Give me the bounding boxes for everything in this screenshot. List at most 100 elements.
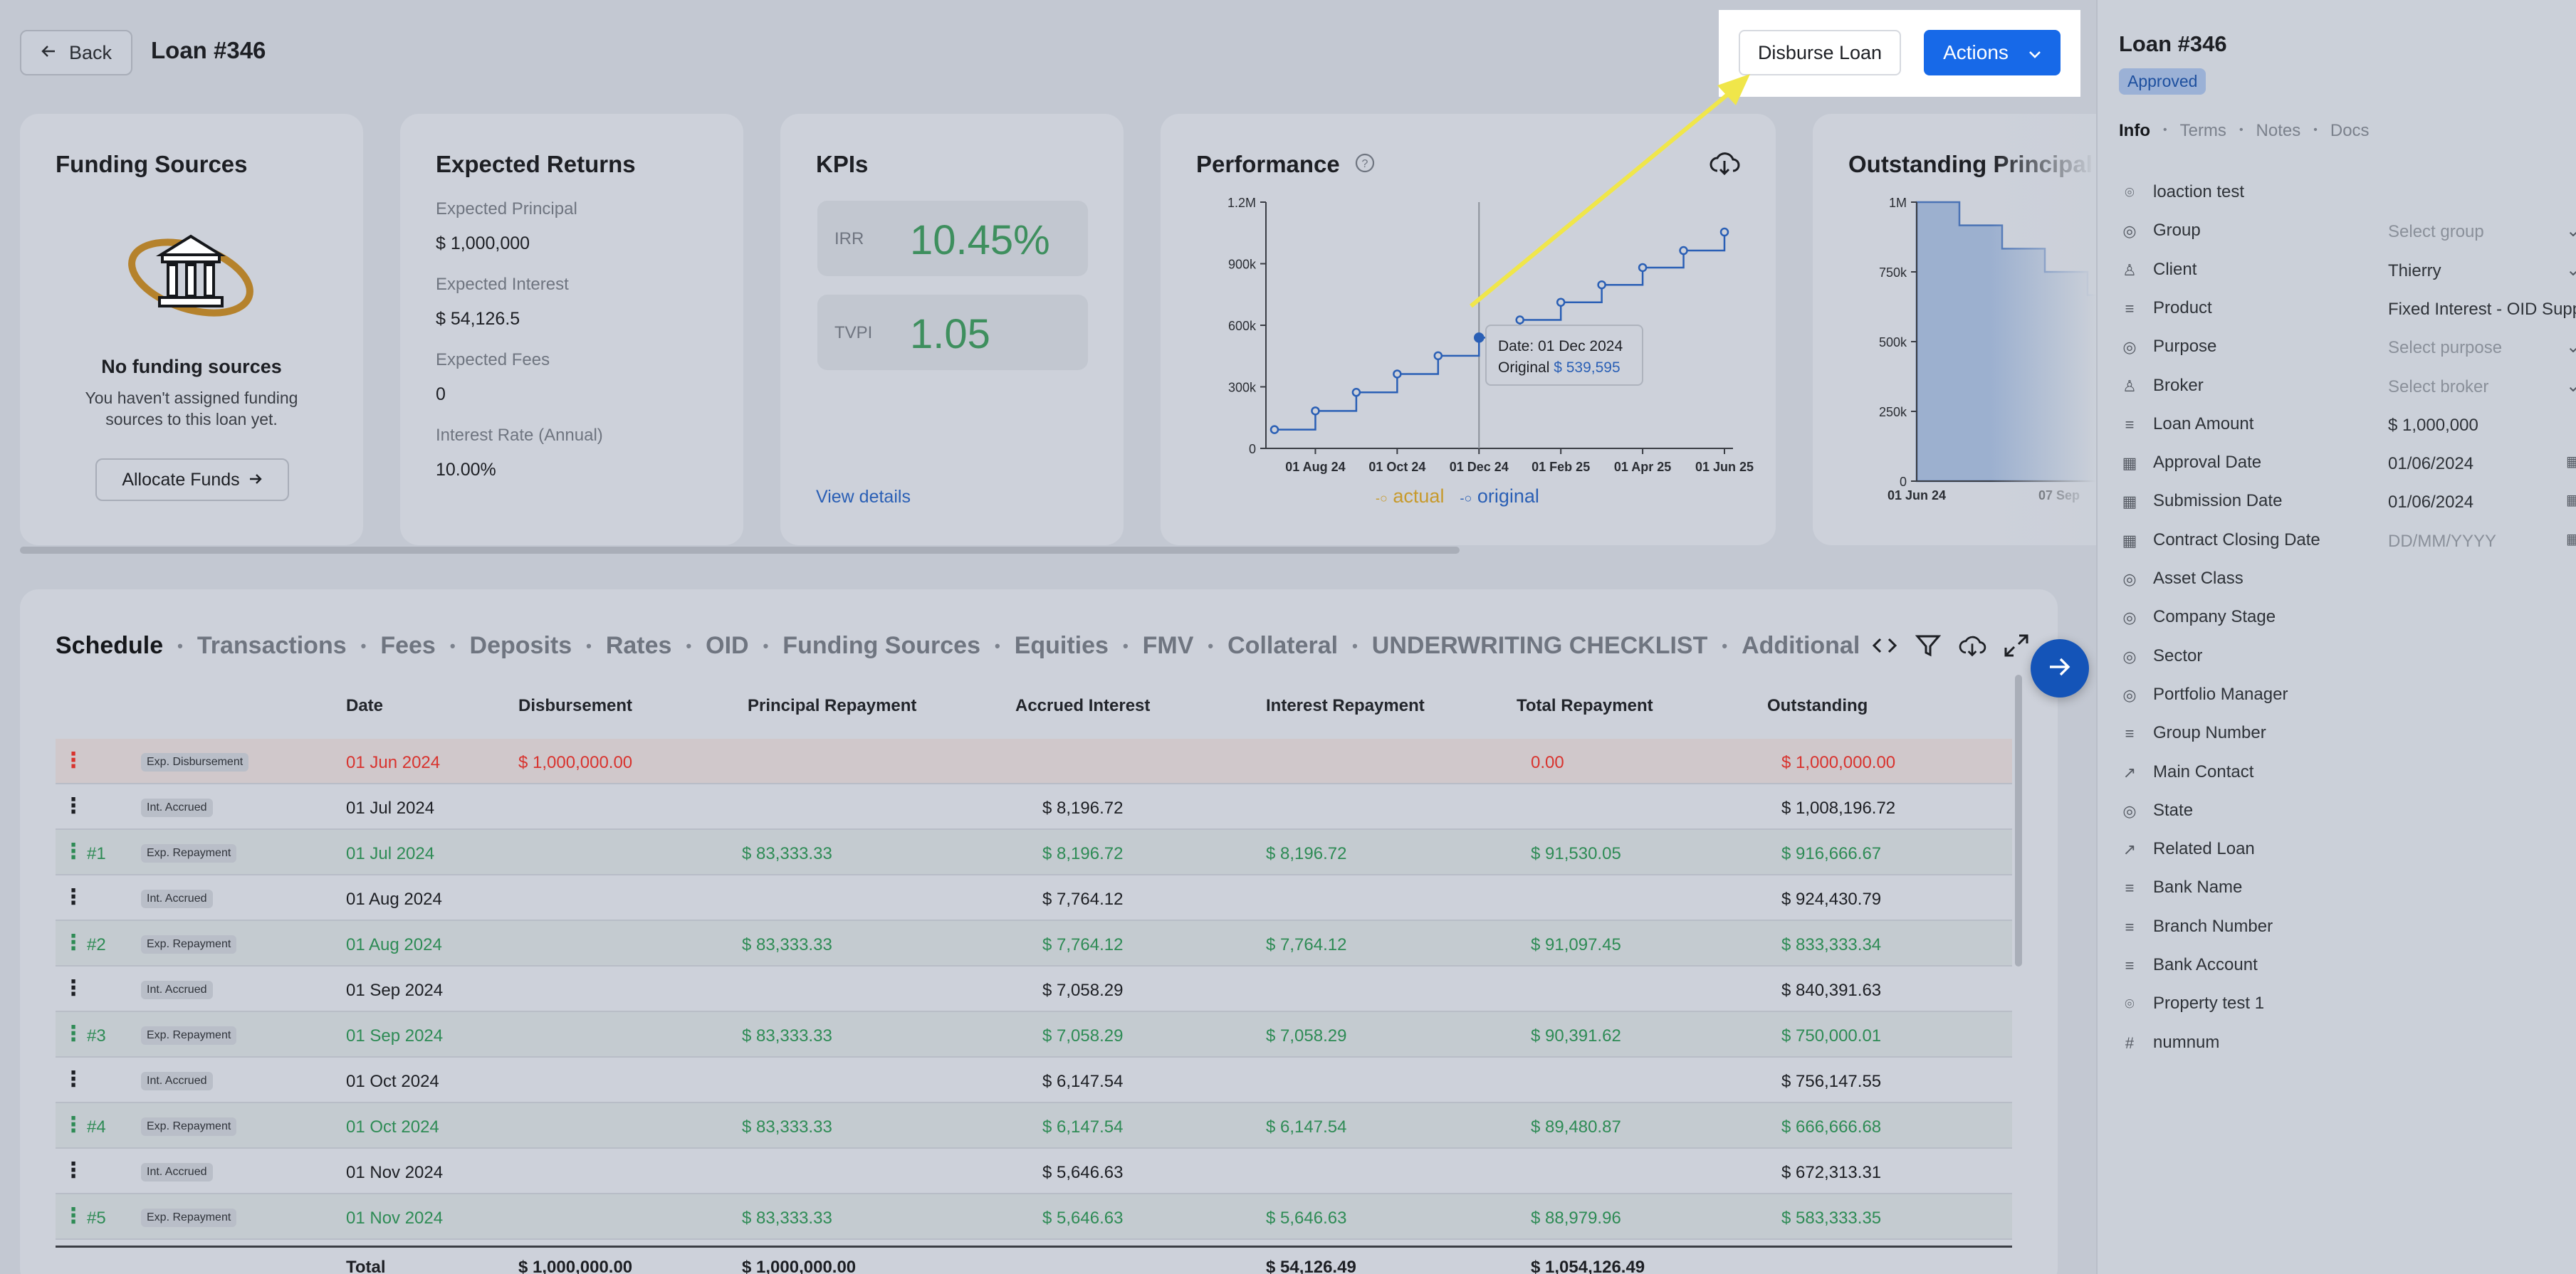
row-menu-icon[interactable]: ⋮ — [63, 1115, 84, 1136]
chevron-down-icon[interactable]: ⌄ — [2566, 260, 2576, 280]
table-row[interactable]: ⋮ Int. Accrued 01 Sep 2024 $ 7,058.29 $ 840,… — [56, 967, 2012, 1012]
kpi-label: TVPI — [834, 323, 873, 342]
field-approval-date[interactable]: ▦ Approval Date 01/06/2024 ▦ — [2119, 453, 2576, 488]
calendar-icon[interactable]: ▦ — [2566, 491, 2576, 509]
field-client[interactable]: ♙ Client Thierry ⌄ — [2119, 260, 2576, 295]
field-value[interactable]: $ 1,000,000 — [2388, 416, 2478, 436]
field-bank-account[interactable]: ≡ Bank Account — [2119, 955, 2576, 991]
chevron-down-icon[interactable]: ⌄ — [2566, 376, 2576, 396]
field-value[interactable]: Fixed Interest - OID Support — [2388, 300, 2576, 320]
panel-tab-info[interactable]: Info — [2119, 121, 2150, 141]
disburse-loan-button[interactable]: Disburse Loan — [1739, 30, 1901, 75]
panel-tab-terms[interactable]: Terms — [2180, 121, 2226, 141]
tab-underwriting-checklist[interactable]: UNDERWRITING CHECKLIST — [1372, 632, 1708, 660]
cards-scrollbar[interactable] — [20, 547, 1460, 554]
field-group[interactable]: ◎ Group Select group ⌄ — [2119, 221, 2576, 256]
row-menu-icon[interactable]: ⋮ — [63, 1069, 84, 1090]
field-branch-number[interactable]: ≡ Branch Number — [2119, 917, 2576, 952]
field-group-number[interactable]: ≡ Group Number — [2119, 723, 2576, 759]
lines-icon: ≡ — [2125, 299, 2135, 317]
field-broker[interactable]: ♙ Broker Select broker ⌄ — [2119, 376, 2576, 411]
field-loaction-test[interactable]: ⌾ loaction test — [2119, 182, 2576, 218]
table-row[interactable]: ⋮ #3 Exp. Repayment 01 Sep 2024 $ 83,333.33 $… — [56, 1012, 2012, 1058]
field-asset-class[interactable]: ◎ Asset Class — [2119, 569, 2576, 604]
field-main-contact[interactable]: ↗ Main Contact — [2119, 762, 2576, 798]
calendar-icon[interactable]: ▦ — [2566, 530, 2576, 548]
code-icon[interactable] — [1871, 633, 1898, 661]
field-value[interactable]: Select purpose — [2388, 338, 2502, 358]
field-purpose[interactable]: ◎ Purpose Select purpose ⌄ — [2119, 337, 2576, 372]
chevron-down-icon[interactable]: ⌄ — [2566, 337, 2576, 357]
tab-collateral[interactable]: Collateral — [1227, 632, 1338, 660]
tab-equities[interactable]: Equities — [1015, 632, 1109, 660]
tab-oid[interactable]: OID — [706, 632, 748, 660]
view-details-link[interactable]: View details — [816, 487, 911, 507]
field-bank-name[interactable]: ≡ Bank Name — [2119, 878, 2576, 913]
row-menu-icon[interactable]: ⋮ — [63, 978, 84, 999]
field-value[interactable]: DD/MM/YYYY — [2388, 532, 2496, 552]
tab-fees[interactable]: Fees — [380, 632, 436, 660]
table-row[interactable]: ⋮ Int. Accrued 01 Nov 2024 $ 5,646.63 $ 672,… — [56, 1149, 2012, 1194]
legend-actual[interactable]: -○ actual — [1376, 485, 1444, 507]
tab-fmv[interactable]: FMV — [1143, 632, 1194, 660]
field-contract-closing-date[interactable]: ▦ Contract Closing Date DD/MM/YYYY ▦ — [2119, 530, 2576, 566]
svg-text:?: ? — [1362, 158, 1368, 170]
chevron-down-icon[interactable]: ⌄ — [2566, 221, 2576, 241]
field-sector[interactable]: ◎ Sector — [2119, 646, 2576, 682]
field-product[interactable]: ≡ Product Fixed Interest - OID Support — [2119, 298, 2576, 334]
tab-funding-sources[interactable]: Funding Sources — [782, 632, 980, 660]
filter-icon[interactable] — [1915, 633, 1942, 661]
total-disbursement: $ 1,000,000.00 — [518, 1258, 633, 1274]
tab-schedule[interactable]: Schedule — [56, 632, 163, 660]
tab-rates[interactable]: Rates — [606, 632, 672, 660]
allocate-funds-button[interactable]: Allocate Funds — [95, 458, 289, 501]
field-value[interactable]: 01/06/2024 — [2388, 454, 2473, 474]
table-row[interactable]: ⋮ Exp. Disbursement 01 Jun 2024 $ 1,000,000… — [56, 739, 2012, 784]
table-row[interactable]: ⋮ #4 Exp. Repayment 01 Oct 2024 $ 83,333.33 $… — [56, 1103, 2012, 1149]
field-state[interactable]: ◎ State — [2119, 801, 2576, 836]
cell-out: $ 840,391.63 — [1781, 981, 1882, 1000]
panel-tab-docs[interactable]: Docs — [2330, 121, 2370, 141]
tab-additional[interactable]: Additional — [1742, 632, 1860, 660]
table-row[interactable]: ⋮ #5 Exp. Repayment 01 Nov 2024 $ 83,333.33 $… — [56, 1194, 2012, 1240]
field-company-stage[interactable]: ◎ Company Stage — [2119, 607, 2576, 643]
arrow-right-icon — [248, 470, 263, 490]
table-scrollbar[interactable] — [2015, 675, 2022, 967]
field-property-test-1[interactable]: ⌾ Property test 1 — [2119, 994, 2576, 1029]
row-menu-icon[interactable]: ⋮ — [63, 841, 84, 863]
field-submission-date[interactable]: ▦ Submission Date 01/06/2024 ▦ — [2119, 491, 2576, 527]
field-numnum[interactable]: # numnum — [2119, 1033, 2576, 1068]
table-row[interactable]: ⋮ #2 Exp. Repayment 01 Aug 2024 $ 83,333.33 $… — [56, 921, 2012, 967]
actions-button[interactable]: Actions — [1924, 30, 2061, 75]
field-portfolio-manager[interactable]: ◎ Portfolio Manager — [2119, 685, 2576, 720]
row-menu-icon[interactable]: ⋮ — [63, 750, 84, 772]
tab-transactions[interactable]: Transactions — [197, 632, 347, 660]
table-row[interactable]: ⋮ Int. Accrued 01 Aug 2024 $ 7,764.12 $ 924,… — [56, 875, 2012, 921]
back-button[interactable]: Back — [20, 30, 132, 75]
row-menu-icon[interactable]: ⋮ — [63, 932, 84, 954]
next-button[interactable] — [2031, 639, 2089, 697]
panel-tab-notes[interactable]: Notes — [2256, 121, 2301, 141]
field-label: Group Number — [2153, 723, 2266, 743]
table-row[interactable]: ⋮ Int. Accrued 01 Jul 2024 $ 8,196.72 $ 1,00… — [56, 784, 2012, 830]
calendar-icon[interactable]: ▦ — [2566, 453, 2576, 470]
row-menu-icon[interactable]: ⋮ — [63, 1206, 84, 1227]
expand-icon[interactable] — [2004, 633, 2029, 661]
row-menu-icon[interactable]: ⋮ — [63, 796, 84, 817]
field-value[interactable]: Thierry — [2388, 261, 2441, 281]
field-loan-amount[interactable]: ≡ Loan Amount $ 1,000,000 — [2119, 414, 2576, 450]
field-value[interactable]: 01/06/2024 — [2388, 493, 2473, 512]
legend-original[interactable]: -○ original — [1460, 485, 1539, 507]
cloud-download-icon[interactable] — [1958, 633, 1986, 661]
row-menu-icon[interactable]: ⋮ — [63, 1160, 84, 1181]
table-row[interactable]: ⋮ #1 Exp. Repayment 01 Jul 2024 $ 83,333.33 $… — [56, 830, 2012, 875]
row-menu-icon[interactable]: ⋮ — [63, 887, 84, 908]
row-number: #3 — [87, 1026, 106, 1046]
tab-deposits[interactable]: Deposits — [470, 632, 572, 660]
row-menu-icon[interactable]: ⋮ — [63, 1023, 84, 1045]
help-icon[interactable]: ? — [1354, 152, 1376, 177]
field-related-loan[interactable]: ↗ Related Loan — [2119, 839, 2576, 875]
field-value[interactable]: Select broker — [2388, 377, 2488, 397]
field-value[interactable]: Select group — [2388, 222, 2484, 242]
table-row[interactable]: ⋮ Int. Accrued 01 Oct 2024 $ 6,147.54 $ 756,… — [56, 1058, 2012, 1103]
